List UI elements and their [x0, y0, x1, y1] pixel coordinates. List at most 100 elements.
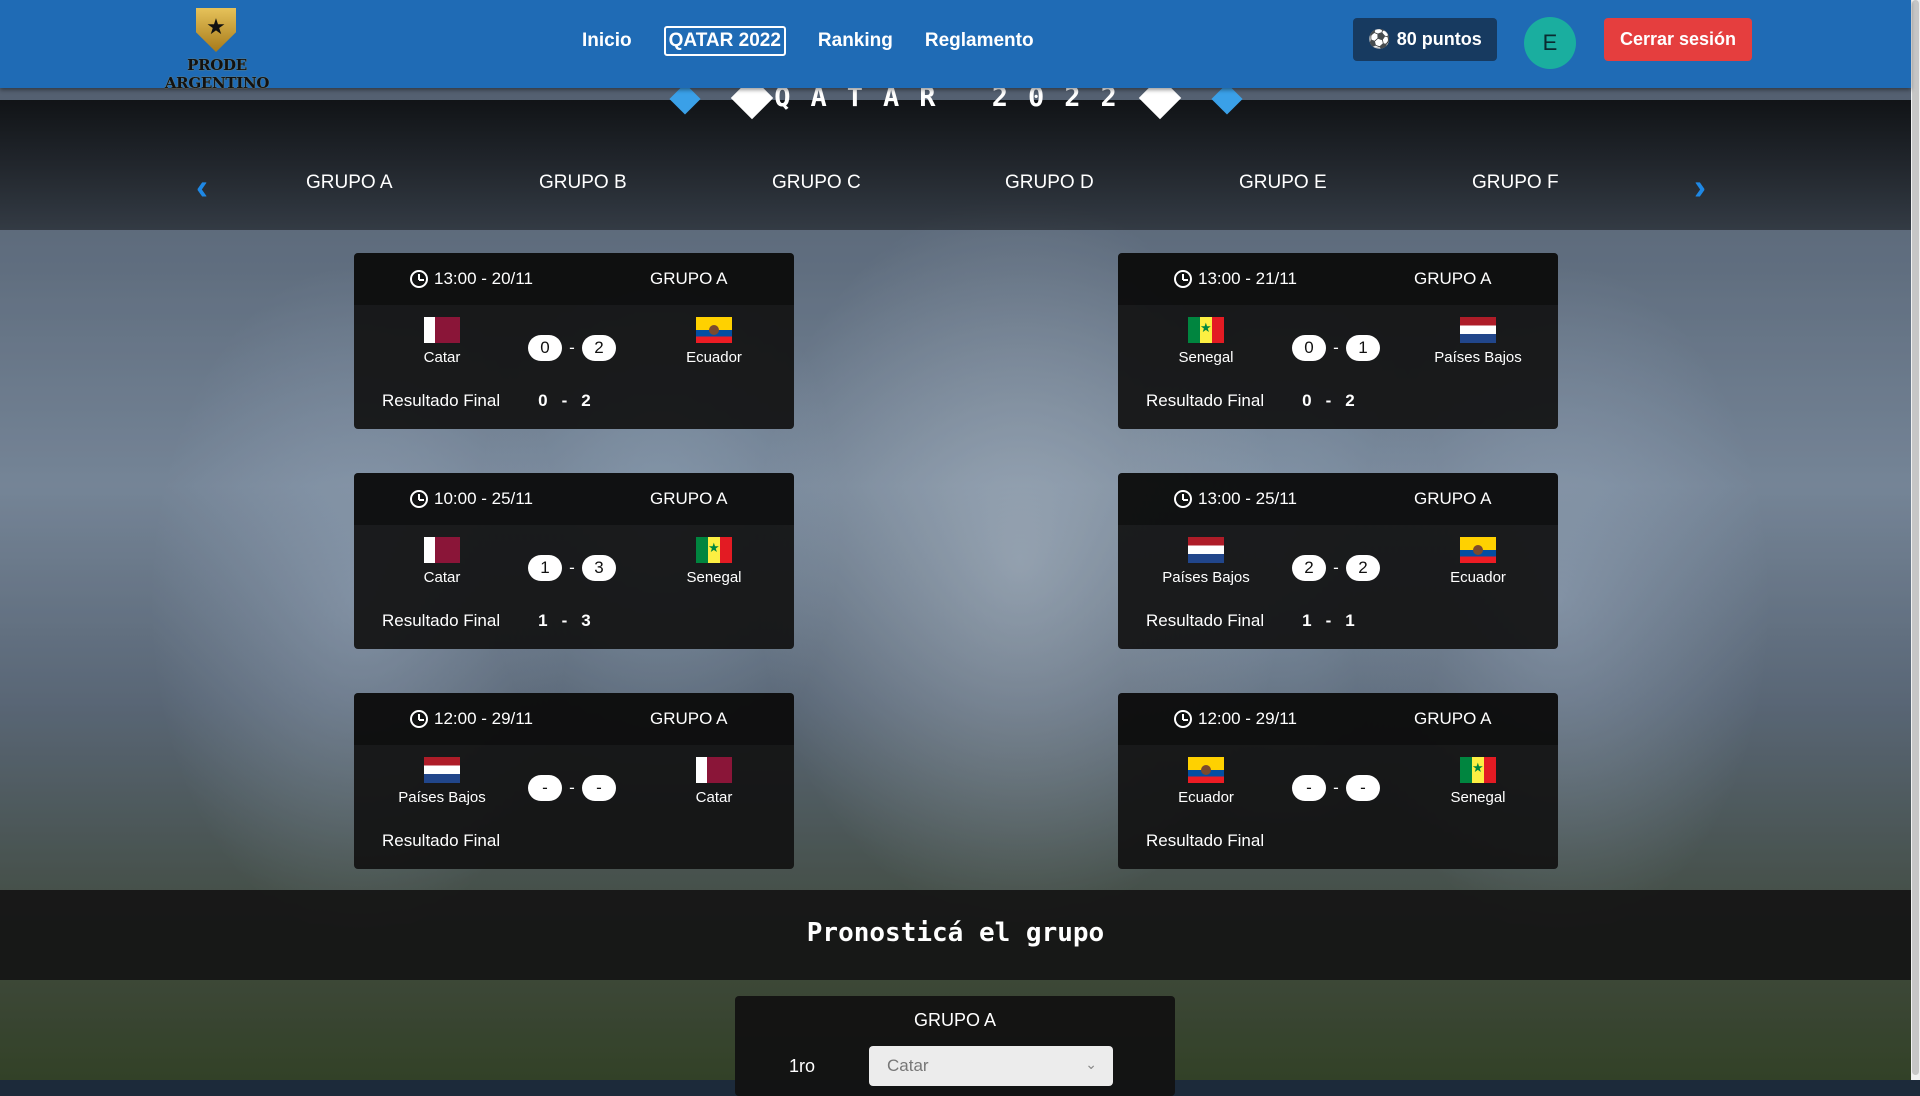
tab-grupo-b[interactable]: GRUPO B: [539, 172, 627, 194]
home-score-input[interactable]: -: [528, 775, 562, 801]
match-group: GRUPO A: [1414, 269, 1492, 288]
match-group: GRUPO A: [650, 269, 728, 288]
prediction-inputs: 0 - 1: [1292, 335, 1380, 361]
final-result: Resultado Final: [1146, 831, 1265, 850]
match-group: GRUPO A: [1414, 489, 1492, 508]
home-team: Catar: [372, 537, 512, 586]
senegal-flag-icon: [1188, 317, 1224, 343]
clock-icon: [410, 710, 428, 728]
netherlands-flag-icon: [424, 757, 460, 783]
score-separator: -: [569, 558, 575, 577]
home-team: Ecuador: [1136, 757, 1276, 806]
match-header: 13:00 - 21/11 GRUPO A: [1118, 253, 1558, 305]
match-card: 12:00 - 29/11 GRUPO A Ecuador - - - Sene…: [1118, 693, 1558, 869]
nav-ranking[interactable]: Ranking: [818, 26, 893, 56]
top-navbar: ★ PRODE ARGENTINO Inicio QATAR 2022 Rank…: [0, 0, 1911, 92]
clock-icon: [1174, 710, 1192, 728]
away-score-input[interactable]: 2: [582, 335, 616, 361]
match-header: 12:00 - 29/11 GRUPO A: [354, 693, 794, 745]
match-group: GRUPO A: [650, 709, 728, 728]
tab-grupo-e[interactable]: GRUPO E: [1239, 172, 1327, 194]
final-result: Resultado Final 0-2: [382, 391, 591, 410]
qatar-flag-icon: [696, 757, 732, 783]
match-header: 12:00 - 29/11 GRUPO A: [1118, 693, 1558, 745]
ecuador-flag-icon: [696, 317, 732, 343]
score-separator: -: [569, 338, 575, 357]
selected-team: Catar: [887, 1056, 929, 1075]
points-label: 80 puntos: [1396, 29, 1482, 49]
netherlands-flag-icon: [1460, 317, 1496, 343]
away-team: Senegal: [1408, 757, 1548, 806]
match-header: 10:00 - 25/11 GRUPO A: [354, 473, 794, 525]
away-score-input[interactable]: 1: [1346, 335, 1380, 361]
home-team: Países Bajos: [1136, 537, 1276, 586]
tab-grupo-f[interactable]: GRUPO F: [1472, 172, 1559, 194]
star-shield-icon: ★: [196, 8, 236, 52]
score-separator: -: [569, 778, 575, 797]
match-group: GRUPO A: [1414, 709, 1492, 728]
score-separator: -: [1333, 338, 1339, 357]
match-card: 10:00 - 25/11 GRUPO A Catar 1 - 3 Senega…: [354, 473, 794, 649]
ecuador-flag-icon: [1460, 537, 1496, 563]
avatar[interactable]: E: [1524, 17, 1576, 69]
match-time: 12:00 - 29/11: [410, 709, 533, 729]
away-score-input[interactable]: -: [582, 775, 616, 801]
logo-text: PRODE ARGENTINO: [164, 56, 270, 92]
home-team: Países Bajos: [372, 757, 512, 806]
match-group: GRUPO A: [650, 489, 728, 508]
final-score: 0-2: [538, 391, 591, 410]
away-score-input[interactable]: -: [1346, 775, 1380, 801]
home-score-input[interactable]: 0: [1292, 335, 1326, 361]
home-score-input[interactable]: 0: [528, 335, 562, 361]
away-team: Ecuador: [1408, 537, 1548, 586]
main-nav: Inicio QATAR 2022 Ranking Reglamento: [582, 26, 1066, 56]
clock-icon: [1174, 490, 1192, 508]
final-score: 0-2: [1302, 391, 1355, 410]
nav-inicio[interactable]: Inicio: [582, 26, 632, 56]
prediction-inputs: - - -: [528, 775, 616, 801]
away-team: Senegal: [644, 537, 784, 586]
logout-button[interactable]: Cerrar sesión: [1604, 18, 1752, 61]
away-score-input[interactable]: 3: [582, 555, 616, 581]
group-selector-bar: [0, 100, 1911, 230]
qatar-flag-icon: [424, 537, 460, 563]
final-result: Resultado Final 0-2: [1146, 391, 1355, 410]
prediction-inputs: - - -: [1292, 775, 1380, 801]
prediction-inputs: 2 - 2: [1292, 555, 1380, 581]
home-team: Catar: [372, 317, 512, 366]
group-tabs: GRUPO A GRUPO B GRUPO C GRUPO D GRUPO E …: [0, 172, 1911, 202]
team-select[interactable]: Catar ⌄: [869, 1046, 1113, 1086]
tab-grupo-d[interactable]: GRUPO D: [1005, 172, 1094, 194]
away-team: Catar: [644, 757, 784, 806]
match-time: 13:00 - 20/11: [410, 269, 533, 289]
final-score: 1-3: [538, 611, 591, 630]
scrollbar-thumb[interactable]: [1912, 0, 1919, 1075]
logo[interactable]: ★ PRODE ARGENTINO: [158, 8, 276, 92]
points-badge[interactable]: ⚽ 80 puntos: [1353, 18, 1497, 61]
home-score-input[interactable]: -: [1292, 775, 1326, 801]
next-arrow-icon[interactable]: ›: [1694, 166, 1706, 208]
group-prediction-card: GRUPO A 1ro Catar ⌄: [735, 996, 1175, 1096]
match-time: 13:00 - 25/11: [1174, 489, 1297, 509]
qatar-flag-icon: [424, 317, 460, 343]
home-team: Senegal: [1136, 317, 1276, 366]
away-score-input[interactable]: 2: [1346, 555, 1380, 581]
tab-grupo-a[interactable]: GRUPO A: [306, 172, 393, 194]
prediction-group-title: GRUPO A: [913, 1010, 997, 1030]
scrollbar[interactable]: [1911, 0, 1920, 1080]
match-card: 13:00 - 20/11 GRUPO A Catar 0 - 2 Ecuado…: [354, 253, 794, 429]
clock-icon: [1174, 270, 1192, 288]
score-separator: -: [1333, 558, 1339, 577]
prediction-inputs: 0 - 2: [528, 335, 616, 361]
nav-qatar-2022[interactable]: QATAR 2022: [663, 26, 786, 56]
position-label: 1ro: [789, 1056, 816, 1076]
home-score-input[interactable]: 2: [1292, 555, 1326, 581]
tab-grupo-c[interactable]: GRUPO C: [772, 172, 861, 194]
ecuador-flag-icon: [1188, 757, 1224, 783]
clock-icon: [410, 270, 428, 288]
away-team: Ecuador: [644, 317, 784, 366]
nav-reglamento[interactable]: Reglamento: [925, 26, 1034, 56]
final-result: Resultado Final 1-1: [1146, 611, 1355, 630]
home-score-input[interactable]: 1: [528, 555, 562, 581]
senegal-flag-icon: [696, 537, 732, 563]
